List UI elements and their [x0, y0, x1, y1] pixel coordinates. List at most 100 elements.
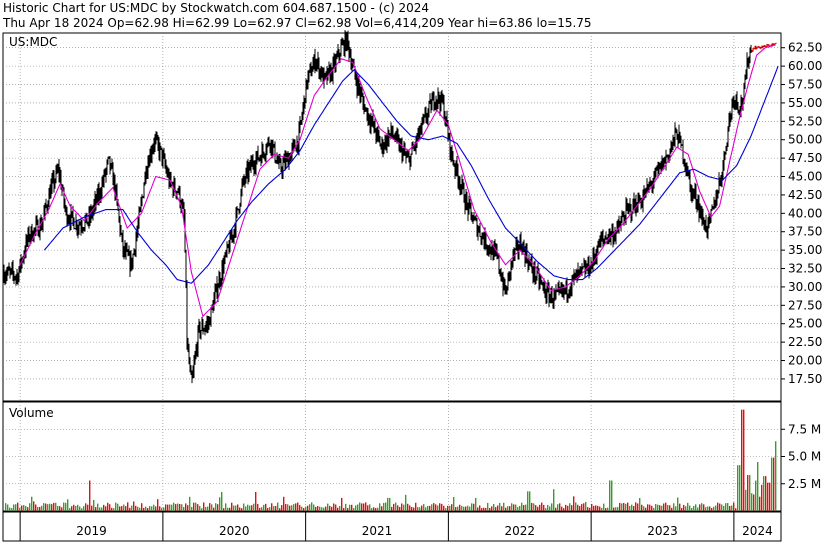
volume-bar: [711, 508, 713, 511]
volume-bar: [539, 504, 541, 511]
volume-bar: [361, 503, 363, 511]
price-tick-label: 20.00: [788, 354, 822, 368]
volume-bar: [35, 504, 37, 511]
volume-bar: [689, 505, 691, 511]
price-tick-label: 37.50: [788, 225, 822, 239]
volume-bar: [515, 504, 517, 511]
volume-bar: [407, 503, 409, 511]
volume-bar: [125, 506, 127, 511]
volume-bar: [603, 503, 605, 511]
volume-bar: [489, 508, 491, 511]
volume-bar: [115, 502, 117, 511]
volume-bar: [97, 503, 99, 511]
volume-bar: [343, 508, 345, 511]
volume-bar: [441, 503, 443, 511]
volume-bar: [271, 503, 273, 511]
volume-bar: [483, 507, 485, 511]
volume-bar: [273, 506, 275, 511]
volume-bar: [607, 507, 609, 511]
volume-bar: [585, 501, 587, 511]
volume-tick-label: 7.5 M: [788, 422, 821, 436]
volume-bar: [697, 507, 699, 511]
volume-bar: [221, 492, 223, 511]
volume-bar: [13, 504, 15, 511]
volume-bar: [59, 506, 61, 511]
volume-bar: [409, 505, 411, 511]
volume-bar: [265, 503, 267, 511]
volume-bar: [449, 505, 451, 511]
volume-bar: [179, 503, 181, 511]
volume-bar: [63, 502, 65, 511]
volume-bar: [89, 480, 91, 511]
volume-bar: [597, 505, 599, 511]
volume-bar: [375, 508, 377, 511]
volume-bar: [393, 503, 395, 511]
volume-bar: [353, 508, 355, 511]
volume-bar: [79, 506, 81, 511]
volume-bar: [367, 505, 369, 511]
volume-bar: [541, 502, 543, 511]
volume-bar: [131, 505, 133, 511]
volume-bar: [5, 503, 7, 511]
year-label: 2020: [219, 524, 250, 538]
volume-panel-label: Volume: [9, 406, 54, 420]
volume-bar: [775, 441, 777, 511]
volume-bar: [611, 480, 613, 511]
volume-bar: [137, 506, 139, 511]
volume-bar: [51, 504, 53, 511]
volume-bar: [237, 504, 239, 511]
volume-bar: [451, 504, 453, 511]
volume-bar: [229, 507, 231, 511]
volume-bar: [391, 506, 393, 511]
volume-bar: [699, 504, 701, 511]
volume-bar: [139, 507, 141, 511]
volume-bar: [289, 505, 291, 511]
volume-bar: [197, 504, 199, 511]
year-label: 2024: [742, 524, 773, 538]
volume-bar: [203, 502, 205, 511]
volume-bar: [755, 480, 757, 511]
volume-bar: [29, 503, 31, 511]
volume-bar: [201, 508, 203, 511]
volume-bar: [249, 505, 251, 511]
volume-bar: [633, 506, 635, 511]
volume-bar: [465, 506, 467, 511]
volume-bar: [41, 505, 43, 511]
volume-bar: [47, 504, 49, 511]
volume-bar: [749, 475, 751, 511]
volume-bar: [609, 480, 611, 511]
price-tick-label: 30.00: [788, 280, 822, 294]
volume-bar: [269, 507, 271, 511]
volume-bar: [471, 503, 473, 511]
volume-bar: [175, 504, 177, 511]
volume-bar: [655, 504, 657, 511]
volume-bar: [725, 503, 727, 511]
volume-bar: [373, 507, 375, 511]
volume-bar: [587, 507, 589, 511]
volume-bar: [307, 505, 309, 511]
volume-bar: [413, 507, 415, 511]
volume-bar: [119, 506, 121, 511]
volume-bar: [669, 505, 671, 511]
volume-bar: [161, 507, 163, 511]
volume-bar: [61, 507, 63, 511]
volume-bar: [653, 507, 655, 511]
volume-bar: [309, 504, 311, 511]
volume-bar: [159, 506, 161, 511]
volume-bar: [561, 506, 563, 511]
volume-bar: [313, 504, 315, 511]
volume-bar: [501, 506, 503, 511]
volume-bar: [645, 507, 647, 511]
volume-bar: [337, 507, 339, 511]
volume-bar: [405, 494, 407, 511]
volume-bar: [433, 503, 435, 511]
volume-bar: [565, 504, 567, 511]
volume-bar: [245, 506, 247, 511]
volume-bar: [503, 502, 505, 511]
volume-bar: [235, 505, 237, 511]
volume-bar: [613, 507, 615, 511]
volume-bar: [687, 502, 689, 511]
volume-bar: [691, 507, 693, 511]
volume-bar: [143, 507, 145, 511]
volume-bar: [335, 504, 337, 511]
